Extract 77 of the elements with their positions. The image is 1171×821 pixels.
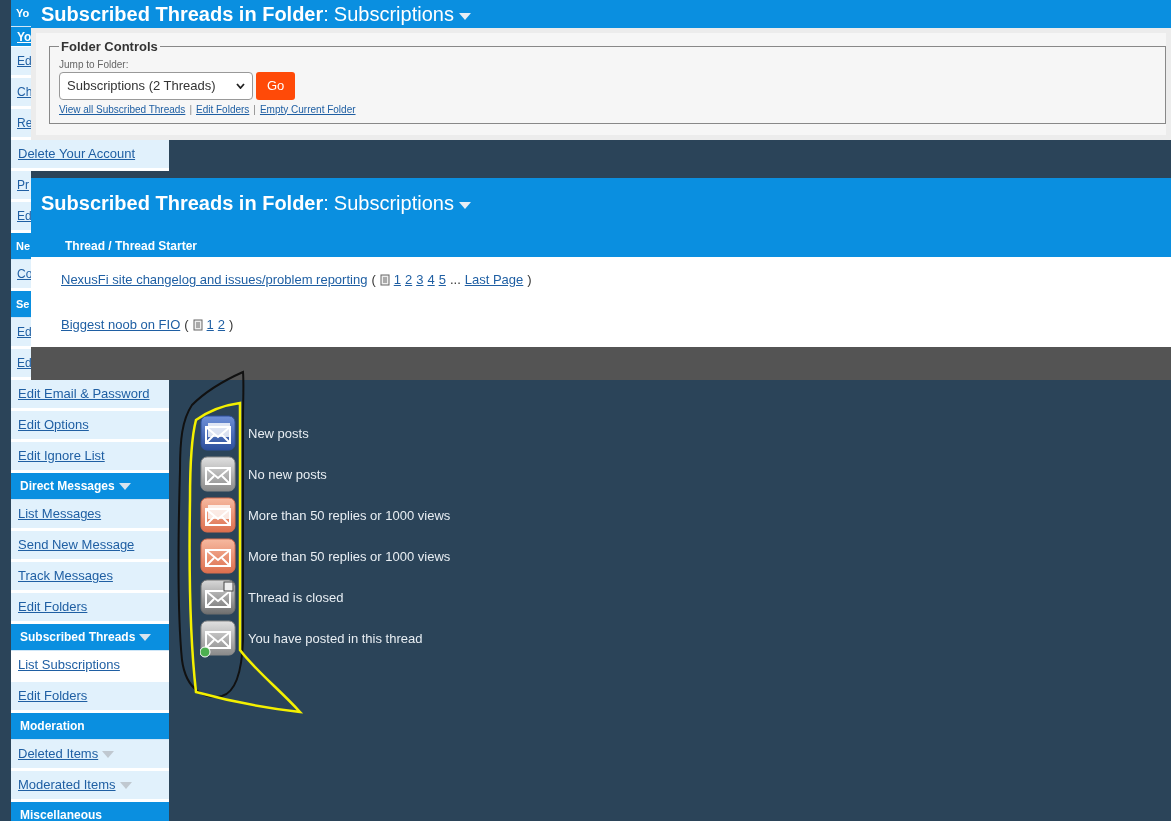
sidebar-item[interactable]: Delete Your Account [11, 140, 169, 171]
envelope-icon [200, 496, 238, 535]
last-page-link[interactable]: Last Page [464, 269, 524, 290]
title-colon: : [323, 191, 329, 216]
link-separator: | [253, 102, 256, 117]
sidebar-item[interactable]: List Messages [11, 500, 169, 531]
paren: ( [371, 270, 376, 289]
page-link[interactable]: 3 [416, 269, 424, 290]
folder-link[interactable]: Edit Folders [196, 101, 250, 117]
sidebar-item[interactable]: Re [11, 109, 31, 140]
sidebar-item[interactable]: Edit Folders [11, 593, 169, 624]
envelope-icon [200, 619, 238, 658]
caret-icon [102, 750, 115, 758]
caret-icon [139, 633, 152, 641]
envelope-icon [200, 537, 238, 576]
chevron-icon [236, 82, 245, 89]
folder-select[interactable]: Subscriptions (2 Threads) [59, 71, 253, 100]
sidebar-item[interactable]: Edit Email & Password [11, 380, 169, 411]
panel-title: Subscribed Threads in Folder [41, 191, 324, 216]
sidebar-heading: Direct Messages [20, 478, 115, 495]
sidebar-item[interactable]: Deleted Items [11, 740, 169, 771]
paren: ( [184, 315, 189, 334]
caret-icon[interactable] [458, 12, 471, 20]
envelope-icon [200, 578, 238, 617]
caret-icon[interactable] [458, 201, 471, 209]
sidebar-item[interactable]: Edit Options [11, 411, 169, 442]
legend-label: You have posted in this thread [248, 629, 423, 648]
caret-icon [118, 482, 131, 490]
fieldset-legend: Folder Controls [59, 37, 160, 57]
pages-icon [379, 273, 390, 286]
sidebar-heading: Subscribed Threads [20, 629, 136, 646]
envelope-icon [200, 414, 238, 453]
paren: ) [527, 270, 532, 289]
link-separator: | [189, 102, 192, 117]
legend-label: No new posts [248, 465, 327, 484]
sidebar-heading: Se [16, 296, 30, 312]
sidebar-item[interactable]: Ed [11, 349, 31, 380]
jump-label: Jump to Folder: [59, 57, 130, 72]
legend-label: More than 50 replies or 1000 views [248, 506, 451, 525]
sidebar-item[interactable]: Ed [11, 47, 31, 78]
sidebar-heading: Yo [16, 5, 30, 21]
page-link[interactable]: 2 [217, 314, 226, 335]
sidebar-item[interactable]: Track Messages [11, 562, 169, 593]
envelope-icon [200, 455, 238, 494]
page-link[interactable]: 2 [404, 269, 413, 290]
folder-name[interactable]: Subscriptions [333, 0, 454, 29]
sidebar-item[interactable]: Pr [11, 171, 31, 202]
folder-name[interactable]: Subscriptions [333, 188, 454, 218]
sidebar-heading: Moderation [20, 718, 85, 735]
paren: ) [229, 315, 234, 334]
sidebar-item[interactable]: List Subscriptions [11, 651, 169, 682]
panel-title: Subscribed Threads in Folder [41, 2, 324, 27]
thread-link[interactable]: NexusFi site changelog and issues/problem reporting [61, 269, 368, 290]
page-link[interactable]: 1 [393, 269, 401, 290]
go-button[interactable]: Go [256, 71, 296, 100]
legend-label: More than 50 replies or 1000 views [248, 547, 451, 566]
caret-icon [119, 781, 132, 789]
page-link[interactable]: 5 [438, 269, 446, 290]
sidebar-heading: Ne [16, 238, 31, 254]
folder-link[interactable]: Empty Current Folder [259, 101, 356, 117]
page-link[interactable]: 1 [206, 314, 214, 335]
sidebar-item[interactable]: Ed [11, 318, 31, 349]
folder-link[interactable]: View all Subscribed Threads [59, 101, 186, 117]
page-link[interactable]: 4 [427, 269, 435, 290]
sidebar-item[interactable]: Ed [11, 202, 31, 233]
thread-link[interactable]: Biggest noob on FIO [61, 314, 181, 335]
ellipsis: ... [449, 270, 461, 289]
sidebar-item[interactable]: Edit Ignore List [11, 442, 169, 473]
column-heading: Thread / Thread Starter [65, 238, 199, 255]
legend-label: New posts [248, 424, 309, 443]
sidebar-item[interactable]: Send New Message [11, 531, 169, 562]
legend-label: Thread is closed [248, 588, 344, 607]
sidebar-item[interactable]: Moderated Items [11, 771, 169, 802]
sidebar-item[interactable]: Edit Folders [11, 682, 169, 713]
sidebar-heading: Miscellaneous [20, 807, 103, 821]
pages-icon [192, 318, 203, 331]
title-colon: : [323, 2, 329, 27]
